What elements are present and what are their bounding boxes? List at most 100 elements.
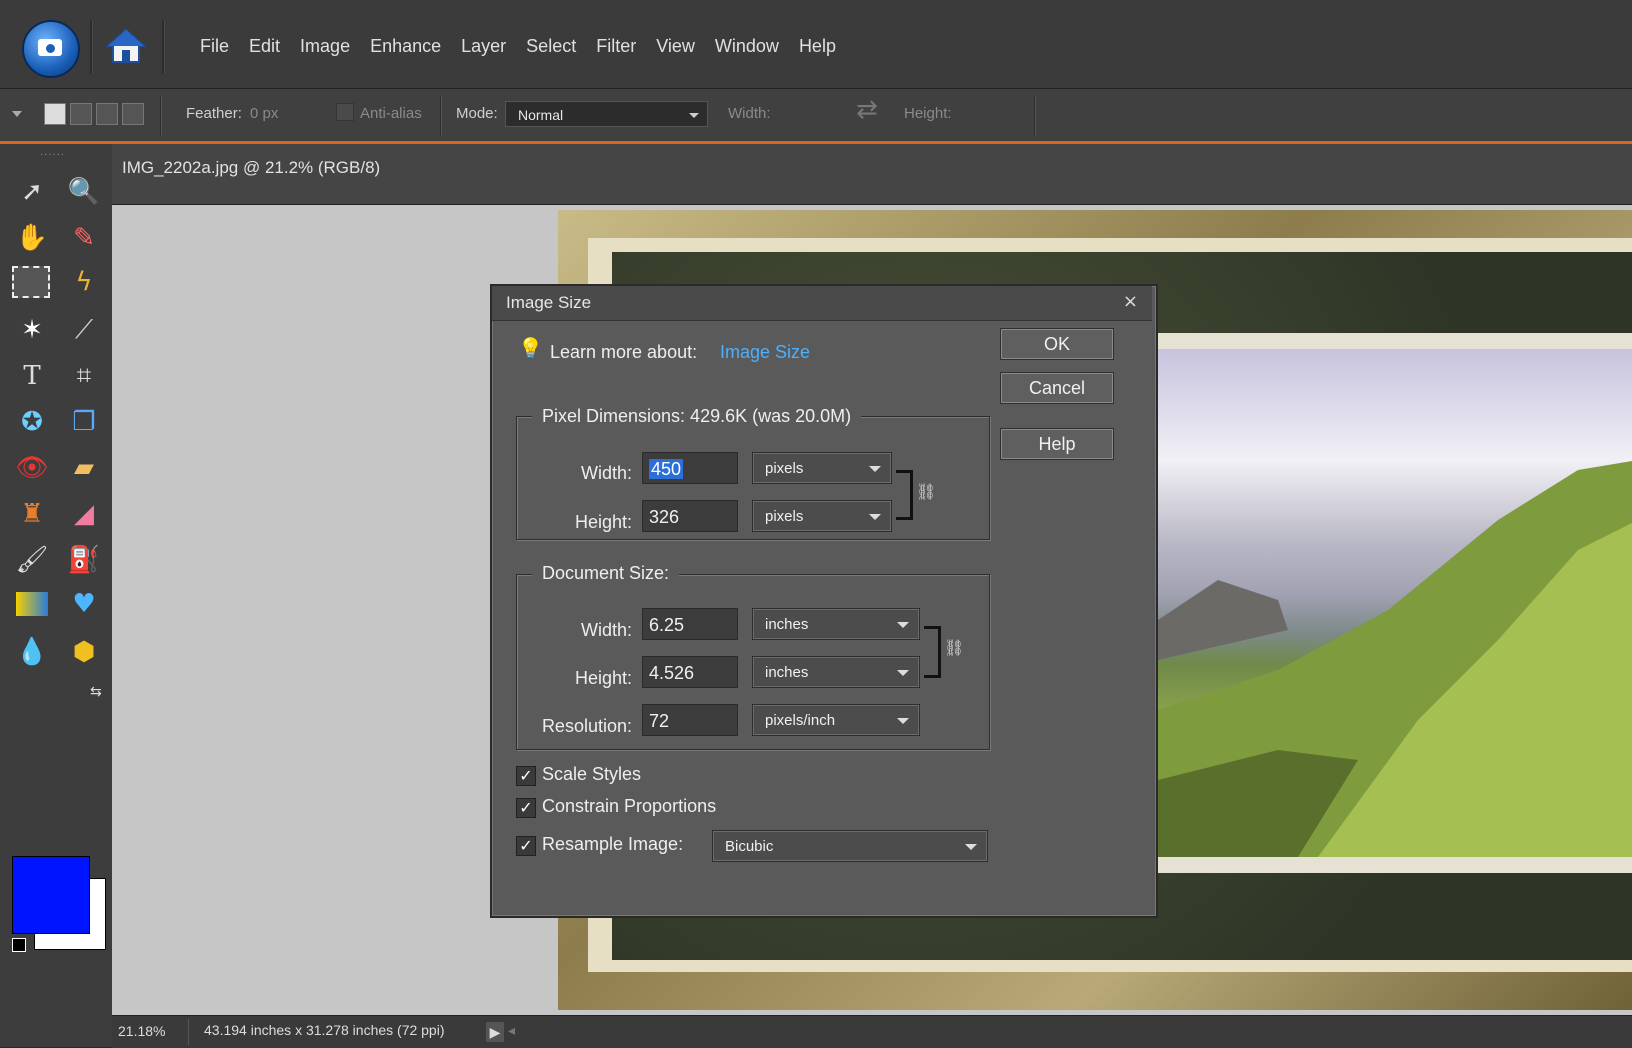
menu-items: File Edit Image Enhance Layer Select Fil… [200,36,856,57]
doc-width-input[interactable]: 6.25 [642,608,738,640]
menu-bar: File Edit Image Enhance Layer Select Fil… [0,0,1632,89]
swap-dimensions-icon[interactable]: ⇄ [856,95,878,125]
chevron-down-icon [689,113,699,118]
new-selection-icon[interactable] [44,103,66,125]
document-size-title: Document Size: [532,563,680,584]
clone-stamp-tool-icon[interactable]: ♜ [14,496,50,532]
menu-enhance[interactable]: Enhance [370,36,441,57]
pixel-dimensions-title: Pixel Dimensions: 429.6K (was 20.0M) [532,406,862,427]
menu-filter[interactable]: Filter [596,36,636,57]
menu-file[interactable]: File [200,36,229,57]
document-title: IMG_2202a.jpg @ 21.2% (RGB/8) [122,158,381,177]
blur-tool-icon[interactable]: 💧 [14,634,50,670]
pixel-height-label: Height: [574,512,632,532]
foreground-color-swatch[interactable] [12,856,90,934]
home-icon[interactable] [106,26,146,66]
cookie-cutter-tool-icon[interactable]: ✪ [14,404,50,440]
pixel-width-unit-select[interactable]: pixels [752,452,892,484]
menu-help[interactable]: Help [799,36,836,57]
swap-colors-icon[interactable]: ⇆ [90,684,102,700]
lasso-tool-icon[interactable]: ϟ [66,264,102,300]
mountain-shape [1158,461,1632,857]
sponge-tool-icon[interactable]: ⬢ [66,634,102,670]
resample-method: Bicubic [725,838,774,855]
lightbulb-icon: 💡 [518,336,543,360]
zoom-tool-icon[interactable]: 🔍 [66,174,102,210]
subtract-selection-icon[interactable] [96,103,118,125]
status-separator [188,1019,189,1045]
learn-more-link[interactable]: Image Size [720,342,810,363]
constrain-proportions-label[interactable]: Constrain Proportions [542,796,716,817]
pixel-height-value: 326 [649,507,680,527]
menu-image[interactable]: Image [300,36,350,57]
eyedropper-tool-icon[interactable]: ✎ [66,220,102,256]
intersect-selection-icon[interactable] [122,103,144,125]
chevron-down-icon [897,622,909,628]
feather-input[interactable]: 0 px [250,105,278,122]
antialias-checkbox[interactable] [336,103,354,121]
resolution-unit-select[interactable]: pixels/inch [752,704,920,736]
height-label: Height: [904,105,952,122]
scale-styles-label[interactable]: Scale Styles [542,764,641,785]
status-bar: 21.18% 43.194 inches x 31.278 inches (72… [112,1015,1632,1048]
close-icon[interactable]: × [1123,291,1138,312]
resolution-input[interactable]: 72 [642,704,738,736]
default-colors-icon[interactable] [12,938,26,952]
doc-height-input[interactable]: 4.526 [642,656,738,688]
marquee-tool-icon[interactable] [12,266,50,298]
mode-label: Mode: [456,105,498,122]
doc-height-unit-select[interactable]: inches [752,656,920,688]
mode-select[interactable]: Normal [505,101,708,127]
hand-tool-icon[interactable]: ✋ [14,220,50,256]
toolbox-grip[interactable]: ······ [40,150,65,161]
link-chain-icon: ⛓ [944,638,965,657]
menu-view[interactable]: View [656,36,695,57]
dialog-title-bar[interactable]: Image Size × [492,286,1152,321]
document-tab[interactable]: IMG_2202a.jpg @ 21.2% (RGB/8) [112,144,1632,205]
pixel-width-input[interactable]: 450 [642,452,738,484]
chevron-down-icon [965,844,977,850]
status-menu-arrow-icon[interactable]: ▶ [486,1022,504,1042]
cancel-button[interactable]: Cancel [1000,372,1114,404]
brush-tool-icon[interactable]: 🖌 [14,542,50,578]
menu-layer[interactable]: Layer [461,36,506,57]
constrain-proportions-checkbox[interactable]: ✓ [516,798,536,818]
pixel-height-unit-select[interactable]: pixels [752,500,892,532]
recompose-tool-icon[interactable]: ❐ [66,404,102,440]
menu-window[interactable]: Window [715,36,779,57]
tool-preset-chevron-down-icon[interactable] [12,111,22,117]
quick-selection-tool-icon[interactable]: ⟋ [66,312,102,348]
scale-styles-checkbox[interactable]: ✓ [516,766,536,786]
add-selection-icon[interactable] [70,103,92,125]
scroll-left-icon[interactable]: ◂ [508,1022,515,1039]
resample-image-checkbox[interactable]: ✓ [516,836,536,856]
custom-shape-tool-icon[interactable]: ♥ [66,586,102,622]
menu-edit[interactable]: Edit [249,36,280,57]
pixel-height-input[interactable]: 326 [642,500,738,532]
resample-method-select[interactable]: Bicubic [712,830,988,862]
toolbox: ······ ➚ 🔍 ✋ ✎ ϟ ✶ ⟋ T ⌗ ✪ ❐ 👁 ▰ ♜ ◢ 🖌 ⛽… [0,144,113,1047]
ok-button[interactable]: OK [1000,328,1114,360]
magic-wand-tool-icon[interactable]: ✶ [14,312,50,348]
constrain-bracket [896,470,913,520]
image-size-dialog: Image Size × 💡 Learn more about: Image S… [490,284,1158,918]
crop-tool-icon[interactable]: ⌗ [66,358,102,394]
zoom-level[interactable]: 21.18% [118,1023,165,1039]
gradient-tool-icon[interactable] [16,592,48,616]
eraser-tool-icon[interactable]: ◢ [66,496,102,532]
paint-bucket-tool-icon[interactable]: ⛽ [66,542,102,578]
menu-select[interactable]: Select [526,36,576,57]
red-eye-tool-icon[interactable]: 👁 [14,450,50,486]
resample-image-label[interactable]: Resample Image: [542,834,683,855]
doc-width-unit-select[interactable]: inches [752,608,920,640]
type-tool-icon[interactable]: T [14,358,50,394]
resolution-value: 72 [649,711,670,731]
healing-brush-tool-icon[interactable]: ▰ [66,450,102,486]
mode-value: Normal [518,107,564,123]
help-button[interactable]: Help [1000,428,1114,460]
doc-width-value: 6.25 [649,615,685,635]
link-chain-icon: ⛓ [916,482,937,501]
move-tool-icon[interactable]: ➚ [14,174,50,210]
camera-logo-icon[interactable] [22,20,80,78]
options-separator [440,95,442,135]
